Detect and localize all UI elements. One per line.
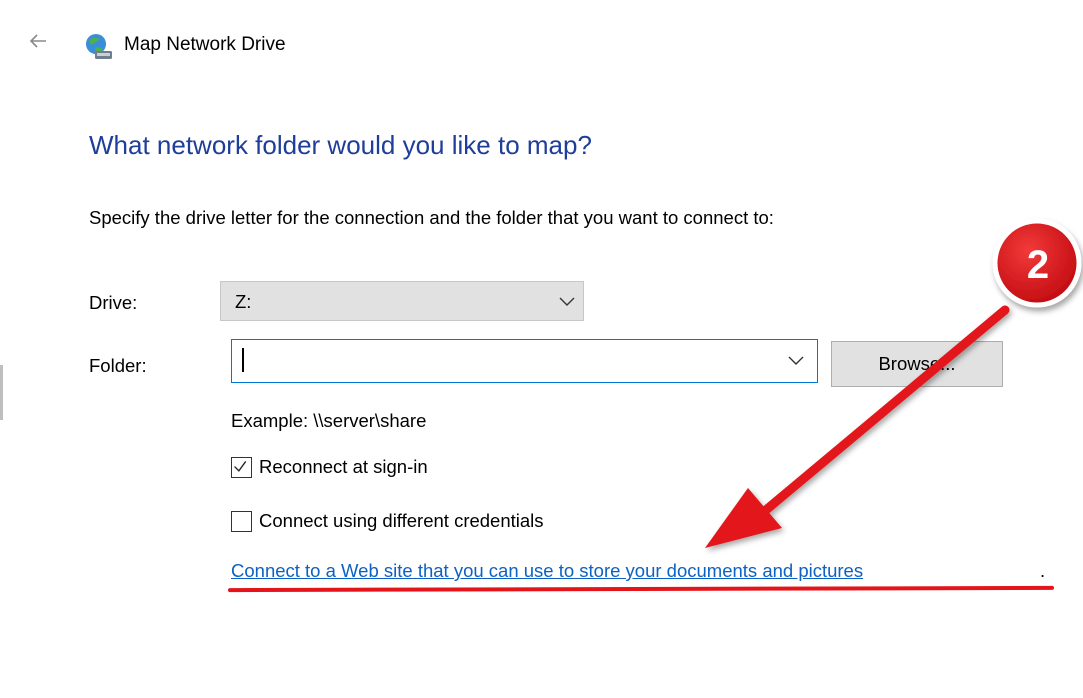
reconnect-checkbox[interactable] — [231, 456, 252, 478]
credentials-option[interactable]: Connect using different credentials — [231, 510, 544, 532]
drive-select-value: Z: — [235, 291, 252, 312]
reconnect-label: Reconnect at sign-in — [259, 456, 428, 477]
instruction-text: Specify the drive letter for the connect… — [89, 207, 774, 228]
folder-input[interactable] — [231, 339, 818, 383]
back-arrow-icon[interactable] — [27, 30, 49, 52]
map-network-drive-dialog: Map Network Drive What network folder wo… — [0, 0, 1083, 698]
credentials-label: Connect using different credentials — [259, 510, 544, 531]
drive-select[interactable]: Z: — [220, 281, 584, 321]
browse-button[interactable]: Browse... — [831, 341, 1003, 387]
link-period: . — [1040, 560, 1046, 581]
window-title: Map Network Drive — [124, 34, 286, 55]
credentials-checkbox[interactable] — [231, 510, 252, 532]
chevron-down-icon[interactable] — [788, 356, 804, 366]
page-heading: What network folder would you like to ma… — [89, 130, 592, 160]
annotation-underline — [227, 585, 1055, 593]
checkmark-icon — [234, 460, 247, 472]
annotation-badge-number: 2 — [1026, 243, 1050, 287]
text-caret — [242, 348, 244, 372]
network-drive-icon — [86, 34, 112, 59]
connect-website-link[interactable]: Connect to a Web site that you can use t… — [231, 560, 863, 582]
reconnect-option[interactable]: Reconnect at sign-in — [231, 456, 428, 478]
chevron-down-icon — [559, 297, 575, 306]
folder-label: Folder: — [89, 355, 147, 376]
background-window-edge — [0, 365, 3, 420]
example-text: Example: \\server\share — [231, 410, 427, 431]
drive-label: Drive: — [89, 292, 138, 313]
